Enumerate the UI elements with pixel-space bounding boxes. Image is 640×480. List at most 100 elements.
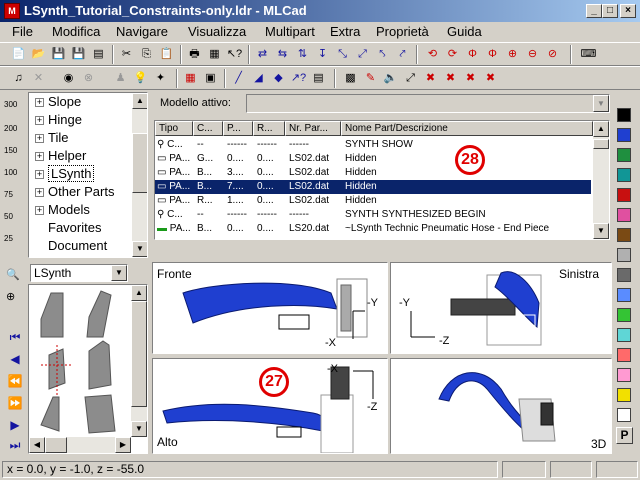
- preview-icon[interactable]: ▦: [206, 46, 223, 63]
- last-step-icon[interactable]: ⏭: [7, 438, 23, 452]
- col-header-nr-parte[interactable]: Nr. Par...: [285, 121, 341, 136]
- col-header-tipo[interactable]: Tipo: [155, 121, 193, 136]
- active-model-select[interactable]: ▼: [246, 94, 610, 113]
- view-front[interactable]: Fronte -Y -X: [152, 262, 388, 354]
- tree-scrollbar[interactable]: ▲ ▼: [132, 93, 147, 257]
- view-left[interactable]: Sinistra -Y -Z: [390, 262, 612, 354]
- menu-file[interactable]: File: [12, 24, 33, 39]
- shading-off-icon[interactable]: ⊗: [80, 70, 97, 87]
- gallery-scrollbar[interactable]: ▲ ▼: [131, 285, 147, 437]
- tree-scroll-thumb[interactable]: [132, 133, 147, 193]
- line-icon[interactable]: ╱: [230, 70, 247, 87]
- tree-item-favorites[interactable]: Favorites: [35, 220, 101, 238]
- move-y-down-icon[interactable]: ↧: [314, 46, 331, 63]
- maximize-button[interactable]: □: [602, 4, 618, 18]
- first-step-icon[interactable]: ⏮: [7, 330, 23, 344]
- view-top[interactable]: Alto 27 -X -Z: [152, 358, 388, 454]
- parts-table[interactable]: Tipo C... P... R... Nr. Par... Nome Part…: [154, 120, 610, 240]
- no-step-icon[interactable]: ✖: [422, 70, 439, 87]
- comment-icon[interactable]: ▤: [310, 70, 327, 87]
- swatch-3[interactable]: [617, 168, 631, 182]
- menu-proprieta[interactable]: Proprietà: [376, 24, 429, 39]
- save-icon[interactable]: 💾: [50, 46, 67, 63]
- swatch-1[interactable]: [617, 128, 631, 142]
- table-row-selected[interactable]: ▭ PA... B... 7.... 0.... LS02.dat Hidden: [155, 180, 591, 194]
- save-all-icon[interactable]: 💾: [70, 46, 87, 63]
- zoom-200[interactable]: 200: [4, 124, 17, 133]
- swatch-11[interactable]: [617, 328, 631, 342]
- col-header-posizione[interactable]: P...: [223, 121, 253, 136]
- rewind-icon[interactable]: ⏪: [7, 374, 23, 388]
- group-icon[interactable]: ▩: [342, 70, 359, 87]
- gallery-hscrollbar[interactable]: ◀ ▶: [29, 437, 131, 453]
- no-rotate-icon[interactable]: ✖: [442, 70, 459, 87]
- col-header-descrizione[interactable]: Nome Part/Descrizione: [341, 121, 593, 136]
- camera-icon[interactable]: ▣: [202, 70, 219, 87]
- move-y-up-icon[interactable]: ⇅: [294, 46, 311, 63]
- tree-item-slope[interactable]: + Slope: [35, 94, 81, 112]
- new-icon[interactable]: 📄: [10, 46, 27, 63]
- swatch-14[interactable]: [617, 388, 631, 402]
- swatch-2[interactable]: [617, 148, 631, 162]
- table-scrollbar[interactable]: ▲ ▼: [593, 121, 609, 239]
- rotate-x-icon[interactable]: ⟲: [424, 46, 441, 63]
- tree-item-models[interactable]: + Models: [35, 202, 90, 220]
- rotate-z2-icon[interactable]: ⊖: [524, 46, 541, 63]
- zoom-25[interactable]: 25: [4, 234, 13, 243]
- bell-icon[interactable]: ♫: [10, 70, 27, 87]
- tree-item-document[interactable]: Document: [35, 238, 107, 256]
- swatch-4[interactable]: [617, 188, 631, 202]
- swatch-8[interactable]: [617, 268, 631, 282]
- forward-icon[interactable]: ⏩: [7, 396, 23, 410]
- swatch-5[interactable]: [617, 208, 631, 222]
- open-icon[interactable]: 📂: [30, 46, 47, 63]
- swatch-6[interactable]: [617, 228, 631, 242]
- tree-item-tile[interactable]: + Tile: [35, 130, 68, 148]
- menu-modifica[interactable]: Modifica: [52, 24, 100, 39]
- zoom-fit-icon[interactable]: ⊕: [6, 290, 15, 303]
- swatch-0[interactable]: [617, 108, 631, 122]
- table-row[interactable]: ▭ PA... B... 3.... 0.... LS02.dat Hidden: [155, 166, 591, 180]
- rotate-z-icon[interactable]: Φ: [464, 46, 481, 63]
- rotate-free-icon[interactable]: ⊘: [544, 46, 561, 63]
- table-row[interactable]: ▭ PA... G... 0.... 0.... LS02.dat Hidden: [155, 152, 591, 166]
- move-diag2-icon[interactable]: ⤢: [354, 46, 371, 63]
- help-cursor-icon[interactable]: ↖?: [226, 46, 243, 63]
- rotate-step-icon[interactable]: ⤢: [402, 70, 419, 87]
- zoom-100[interactable]: 100: [4, 168, 17, 177]
- zoom-300[interactable]: 300: [4, 100, 17, 109]
- minimize-button[interactable]: _: [586, 4, 602, 18]
- table-row[interactable]: ▭ PA... R... 1.... 0.... LS02.dat Hidden: [155, 194, 591, 208]
- swatch-7[interactable]: [617, 248, 631, 262]
- menu-visualizza[interactable]: Visualizza: [188, 24, 246, 39]
- tree-item-lsynth[interactable]: + LSynth: [35, 165, 95, 184]
- dropdown-arrow-icon[interactable]: ▼: [111, 265, 127, 281]
- light-off-icon[interactable]: ♟: [112, 70, 129, 87]
- tree-item-other-parts[interactable]: + Other Parts: [35, 184, 114, 202]
- properties-icon[interactable]: ▤: [90, 46, 107, 63]
- tree-item-hinge[interactable]: + Hinge: [35, 112, 82, 130]
- menu-guida[interactable]: Guida: [447, 24, 482, 39]
- col-header-colore[interactable]: C...: [193, 121, 223, 136]
- gallery-scroll-thumb[interactable]: [131, 301, 147, 407]
- move-diag3-icon[interactable]: ⤣: [374, 46, 391, 63]
- prev-step-icon[interactable]: ◀: [7, 352, 23, 366]
- light-icon[interactable]: 💡: [132, 70, 149, 87]
- view-3d[interactable]: 3D: [390, 358, 612, 454]
- move-z-icon[interactable]: ⇆: [274, 46, 291, 63]
- menu-multipart[interactable]: Multipart: [265, 24, 315, 39]
- print-icon[interactable]: 🖶: [186, 46, 203, 63]
- copy-icon[interactable]: ⎘: [138, 46, 155, 63]
- quad-icon[interactable]: ◆: [270, 70, 287, 87]
- table-row[interactable]: ⚲ C... -- ------ ------ ------ SYNTH SHO…: [155, 138, 591, 152]
- no-group-icon[interactable]: ✖: [482, 70, 499, 87]
- paste-icon[interactable]: 📋: [158, 46, 175, 63]
- swatch-9[interactable]: [617, 288, 631, 302]
- zoom-50[interactable]: 50: [4, 212, 13, 221]
- step-icon[interactable]: ✎: [362, 70, 379, 87]
- sound-icon[interactable]: 🔈: [382, 70, 399, 87]
- move-x-icon[interactable]: ⇄: [254, 46, 271, 63]
- part-preview-gallery[interactable]: ▲ ▼ ◀ ▶: [28, 284, 148, 454]
- rotate-y-icon[interactable]: ⟳: [444, 46, 461, 63]
- swatch-10[interactable]: [617, 308, 631, 322]
